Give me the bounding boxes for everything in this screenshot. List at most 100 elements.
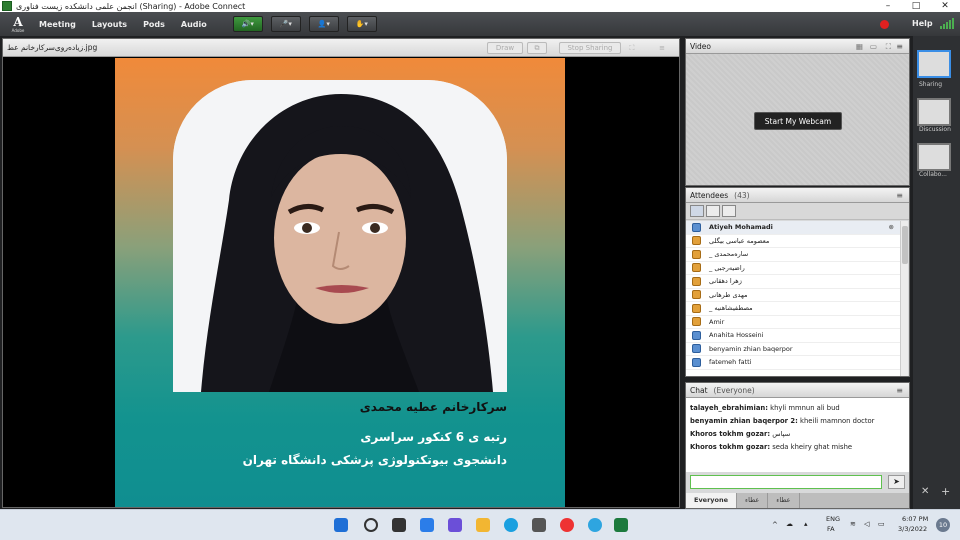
start-icon[interactable] [334, 518, 348, 532]
store-icon[interactable] [532, 518, 546, 532]
attendee-row[interactable]: _ راضیه‌رجبی [686, 262, 900, 275]
onedrive-icon[interactable]: ☁ [786, 520, 793, 528]
attendee-row[interactable]: زهرا دهقانی [686, 275, 900, 289]
sync-button[interactable]: ⧉ [527, 42, 547, 54]
volume-icon[interactable]: ◁ [864, 520, 869, 528]
webcam-button[interactable]: 👤▾ [308, 16, 339, 32]
host-name: Atiyeh Mohamadi [709, 223, 773, 232]
shared-slide: سرکارخانم عطیه محمدی رتبه ی 6 کنکور سراس… [115, 58, 565, 507]
close-window-button[interactable]: ✕ [931, 0, 959, 12]
attendee-row[interactable]: Amir [686, 316, 900, 329]
layout-thumbnail-discussion[interactable] [917, 98, 951, 126]
chat-tab-everyone[interactable]: Everyone [686, 493, 738, 508]
layout-thumbnail-sharing[interactable] [917, 50, 951, 78]
minimize-button[interactable]: – [874, 0, 902, 12]
chat-tabs: Everyone عطاء عطاء [686, 493, 909, 508]
raise-hand-button[interactable]: ✋▾ [346, 16, 377, 32]
file-explorer-icon[interactable] [476, 518, 490, 532]
participant-icon [692, 290, 701, 300]
host-options-icon[interactable]: ⊗ [889, 223, 894, 231]
attendee-row[interactable]: مهدی طرهانی [686, 289, 900, 302]
filmstrip-view-icon[interactable]: ▭ [870, 42, 877, 51]
attendee-count: (43) [734, 190, 750, 200]
draw-button[interactable]: Draw [487, 42, 523, 54]
tray-app-icon[interactable]: ▴ [804, 520, 808, 528]
fullscreen-icon[interactable]: ⛶ [886, 42, 891, 52]
chat-messages: talayeh_ebrahimian: khyli mmnun ali bud … [686, 398, 909, 472]
attendee-row[interactable]: _ ساره‌محمدی [686, 248, 900, 262]
connect-menu-bar: A Adobe Meeting Layouts Pods Audio 🔊▾ 🎤▾ … [0, 12, 960, 36]
grid-view-icon[interactable] [706, 205, 720, 217]
fullscreen-icon[interactable]: ⛶ [625, 42, 639, 54]
speaker-icon: 🔊▾ [241, 20, 254, 28]
pod-options-icon[interactable]: ≡ [896, 191, 903, 200]
adobe-connect-taskbar-icon[interactable] [614, 518, 628, 532]
layout-thumbnail-collaboration[interactable] [917, 143, 951, 171]
participant-icon [692, 263, 701, 273]
pod-options-icon[interactable]: ≡ [896, 386, 903, 395]
attendee-row[interactable]: _ مصطفیشاهنیه [686, 302, 900, 316]
send-message-button[interactable]: ➤ [888, 475, 905, 489]
notification-badge[interactable]: 10 [936, 518, 950, 532]
share-display-area: سرکارخانم عطیه محمدی رتبه ی 6 کنکور سراس… [3, 57, 679, 507]
status-view-icon[interactable] [722, 205, 736, 217]
chat-pod-header: Chat (Everyone) ≡ [686, 383, 909, 398]
maximize-button[interactable]: □ [902, 0, 930, 12]
help-menu[interactable]: Help [912, 19, 933, 28]
layout-label: Discussion [919, 126, 951, 133]
pod-options-icon[interactable]: ≡ [896, 42, 903, 51]
widgets-icon[interactable] [420, 518, 434, 532]
layout-label: Collabo... [919, 171, 947, 178]
edge-icon[interactable] [504, 518, 518, 532]
attendee-scrollbar[interactable] [900, 221, 908, 376]
participant-icon [692, 249, 701, 259]
chat-message: benyamin zhian baqerpor 2: kheili mamnon… [690, 417, 875, 425]
menu-pods[interactable]: Pods [143, 20, 165, 29]
video-pod: Video ▦ ▭ ⛶ ≡ Start My Webcam [685, 38, 910, 186]
task-view-icon[interactable] [392, 518, 406, 532]
participant-icon [692, 276, 701, 286]
clock-date[interactable]: 3/3/2022 [898, 525, 927, 533]
pod-options-icon[interactable]: ≡ [655, 42, 669, 54]
slide-rank-text: رتبه ی 6 کنکور سراسری [360, 430, 507, 444]
chrome-icon[interactable] [560, 518, 574, 532]
attendee-row[interactable]: fatemeh fatti [686, 356, 900, 370]
stop-sharing-button[interactable]: Stop Sharing [559, 42, 621, 54]
scroll-thumb[interactable] [902, 226, 908, 264]
host-icon [692, 222, 701, 232]
battery-icon[interactable]: ▭ [878, 520, 885, 528]
send-icon: ➤ [893, 477, 900, 486]
chat-tab-private[interactable]: عطاء [768, 493, 800, 508]
menu-layouts[interactable]: Layouts [92, 20, 127, 29]
host-row[interactable]: Atiyeh Mohamadi ⊗ [686, 221, 900, 235]
participant-icon [692, 303, 701, 313]
attendee-row[interactable]: معصومه عباسی بیگلی [686, 235, 900, 248]
share-pod: زیاده‌روی‌سرکارخانم عط.jpg Draw ⧉ Stop S… [2, 38, 680, 508]
sync-icon: ⧉ [534, 43, 540, 52]
speaker-toggle-button[interactable]: 🔊▾ [232, 16, 263, 32]
attendee-row[interactable]: benyamin zhian baqerpor [686, 343, 900, 356]
tray-chevron-icon[interactable]: ^ [772, 521, 778, 529]
chat-pod: Chat (Everyone) ≡ talayeh_ebrahimian: kh… [685, 382, 910, 509]
microphone-button[interactable]: 🎤▾ [270, 16, 301, 32]
chat-message: talayeh_ebrahimian: khyli mmnun ali bud [690, 404, 840, 412]
telegram-icon[interactable] [588, 518, 602, 532]
attendee-row[interactable]: Anahita Hosseini [686, 329, 900, 343]
slide-person-name: سرکارخانم عطیه محمدی [359, 400, 507, 414]
delete-layout-icon[interactable]: ✕ [921, 486, 929, 497]
grid-view-icon[interactable]: ▦ [856, 42, 863, 51]
start-webcam-button[interactable]: Start My Webcam [754, 112, 842, 130]
menu-audio[interactable]: Audio [181, 20, 207, 29]
chat-tab-private[interactable]: عطاء [737, 493, 769, 508]
chat-icon[interactable] [448, 518, 462, 532]
video-pod-header: Video ▦ ▭ ⛶ ≡ [686, 39, 909, 54]
video-area: Start My Webcam [686, 54, 909, 185]
menu-meeting[interactable]: Meeting [39, 20, 76, 29]
add-layout-icon[interactable]: + [941, 485, 950, 498]
clock-time[interactable]: 6:07 PM [902, 515, 928, 523]
language-indicator[interactable]: ENG [826, 515, 840, 523]
wifi-icon[interactable]: ≋ [850, 520, 856, 528]
list-view-icon[interactable] [690, 205, 704, 217]
search-icon[interactable] [364, 518, 378, 532]
chat-input[interactable] [690, 475, 882, 489]
